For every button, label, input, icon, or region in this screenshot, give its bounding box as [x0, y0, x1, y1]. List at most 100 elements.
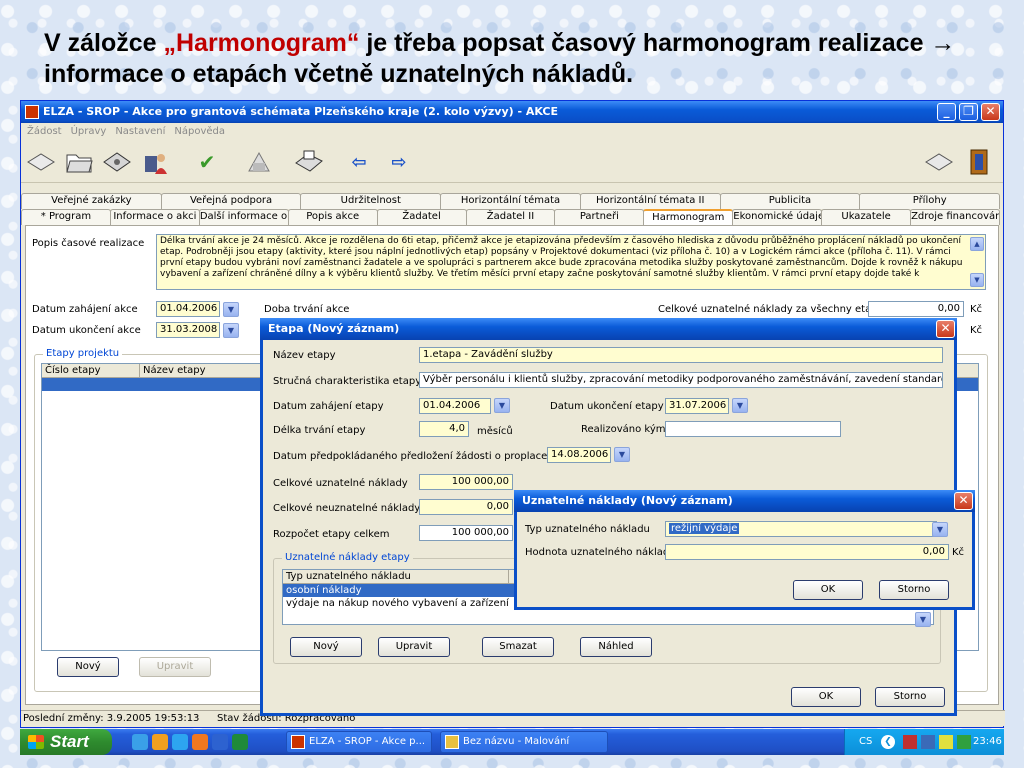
col-typ-nakladu[interactable]: Typ uznatelného nákladu: [283, 570, 509, 583]
tray-app-icon[interactable]: [939, 735, 953, 749]
ok-button-naklady[interactable]: OK: [793, 580, 863, 600]
storno-button[interactable]: Storno: [875, 687, 945, 707]
ie-icon[interactable]: [132, 734, 148, 750]
tab-prilohy[interactable]: Přílohy: [859, 193, 1001, 209]
col-cislo-etapy[interactable]: Číslo etapy: [42, 364, 140, 377]
chevron-down-icon[interactable]: ▼: [223, 323, 239, 338]
tab-dalsi-informace[interactable]: Další informace o akci: [198, 209, 289, 225]
chevron-down-icon[interactable]: ▼: [732, 398, 748, 413]
tab-popis-akce[interactable]: Popis akce: [287, 209, 378, 225]
task-elza[interactable]: ELZA - SROP - Akce p...: [286, 731, 432, 753]
toolbar: ✔ ⇦ ⇨: [21, 141, 1003, 183]
scroll-down-icon[interactable]: ▼: [970, 273, 984, 287]
datum-ukonceni-field[interactable]: 31.03.2008: [156, 322, 220, 338]
celkove-naklady-field[interactable]: 0,00: [868, 301, 964, 317]
menu-zadost[interactable]: Žádost: [21, 123, 65, 137]
kc-label: Kč: [970, 304, 983, 315]
edit-naklad-button[interactable]: Upravit: [378, 637, 450, 657]
chevron-down-icon[interactable]: ▼: [494, 398, 510, 413]
menu-upravy[interactable]: Úpravy: [65, 123, 110, 137]
chevron-down-icon[interactable]: ▼: [932, 522, 948, 537]
tab-horizontalni-temata[interactable]: Horizontální témata: [440, 193, 581, 209]
chevron-down-icon[interactable]: ▼: [614, 447, 630, 462]
tab-ekonomicke-udaje[interactable]: Ekonomické údaje: [732, 209, 823, 225]
predlozeni-field[interactable]: 14.08.2006: [547, 447, 611, 463]
tab-verejna-podpora[interactable]: Veřejná podpora: [160, 193, 302, 209]
print-icon[interactable]: [293, 147, 325, 177]
tab-ukazatele[interactable]: Ukazatele: [821, 209, 912, 225]
antivirus-icon[interactable]: [957, 735, 971, 749]
browser-icon[interactable]: [172, 734, 188, 750]
close-icon[interactable]: ✕: [954, 492, 973, 510]
preview-naklad-button[interactable]: Náhled: [580, 637, 652, 657]
elza-task-icon: [291, 735, 305, 749]
nazev-etapy-field[interactable]: 1.etapa - Zavádění služby: [419, 347, 943, 363]
menu-napoveda[interactable]: Nápověda: [168, 123, 228, 137]
chevron-down-icon[interactable]: ▼: [915, 612, 931, 627]
volume-icon[interactable]: [921, 735, 935, 749]
task-malovani[interactable]: Bez názvu - Malování: [440, 731, 608, 753]
system-tray: CS ❮ 23:46: [844, 729, 1004, 755]
tab-publicita[interactable]: Publicita: [719, 193, 861, 209]
chevron-left-icon[interactable]: ❮: [881, 735, 895, 749]
menu-nastaveni[interactable]: Nastavení: [109, 123, 168, 137]
slide-title: V záložce „Harmonogram“ je třeba popsat …: [44, 28, 1004, 90]
tab-partneri[interactable]: Partneři: [554, 209, 645, 225]
tab-zdroje-financovani[interactable]: Zdroje financování: [910, 209, 1000, 225]
check-icon[interactable]: ✔: [191, 147, 223, 177]
maximize-button[interactable]: ❐: [959, 103, 978, 121]
tabs-bottom: * Program Informace o akci Další informa…: [21, 209, 1000, 225]
exit-door-icon[interactable]: [963, 147, 995, 177]
folder-icon[interactable]: [63, 147, 95, 177]
storno-button-naklady[interactable]: Storno: [879, 580, 949, 600]
outlook-icon[interactable]: [152, 734, 168, 750]
tab-zadatel-2[interactable]: Žadatel II: [465, 209, 556, 225]
chevron-down-icon[interactable]: ▼: [223, 302, 239, 317]
scroll-up-icon[interactable]: ▲: [970, 237, 984, 251]
etapy-group-title: Etapy projektu: [43, 348, 123, 359]
media-icon[interactable]: [192, 734, 208, 750]
minimize-button[interactable]: _: [937, 103, 956, 121]
delete-naklad-button[interactable]: Smazat: [482, 637, 554, 657]
popis-text: Délka trvání akce je 24 měsíců. Akce je …: [160, 236, 963, 279]
new-naklad-button[interactable]: Nový: [290, 637, 362, 657]
close-icon[interactable]: ✕: [936, 320, 955, 338]
language-indicator[interactable]: CS: [859, 736, 872, 747]
realizovano-field[interactable]: [665, 421, 841, 437]
network-icon[interactable]: [903, 735, 917, 749]
tab-verejne-zakazky[interactable]: Veřejné zakázky: [21, 193, 162, 209]
back-arrow-icon[interactable]: ⇦: [343, 147, 375, 177]
typ-nakladu-select[interactable]: režijní výdaje: [665, 521, 937, 537]
datum-zahajeni-field[interactable]: 01.04.2006: [156, 301, 220, 317]
tab-informace-o-akci[interactable]: Informace o akci: [109, 209, 200, 225]
tab-program[interactable]: * Program: [21, 209, 111, 225]
document-icon[interactable]: [923, 147, 955, 177]
tab-udrzitelnost[interactable]: Udržitelnost: [300, 193, 442, 209]
ok-button[interactable]: OK: [791, 687, 861, 707]
zahajeni-etapy-field[interactable]: 01.04.2006: [419, 398, 491, 414]
tab-zadatel[interactable]: Žadatel: [376, 209, 467, 225]
ukonceni-etapy-field[interactable]: 31.07.2006: [665, 398, 729, 414]
start-label: Start: [50, 732, 89, 751]
tab-harmonogram[interactable]: Harmonogram: [643, 209, 734, 225]
hodnota-field[interactable]: 0,00: [665, 544, 949, 560]
windows-logo-icon: [28, 735, 44, 749]
uznatelne-naklady-group-title: Uznatelné náklady etapy: [282, 552, 413, 563]
start-button[interactable]: Start: [20, 729, 112, 755]
forward-arrow-icon[interactable]: ⇨: [383, 147, 415, 177]
open-icon[interactable]: [25, 147, 57, 177]
naklady-dialog-title: Uznatelné náklady (Nový záznam) ✕: [514, 490, 975, 512]
tab-horizontalni-temata-2[interactable]: Horizontální témata II: [579, 193, 721, 209]
neuznatelne-field[interactable]: 0,00: [419, 499, 513, 515]
edit-etapa-button[interactable]: Upravit: [139, 657, 211, 677]
dialog-icon[interactable]: [243, 147, 275, 177]
user-icon[interactable]: [139, 147, 171, 177]
delka-field[interactable]: 4,0: [419, 421, 469, 437]
popis-textarea[interactable]: Délka trvání akce je 24 měsíců. Akce je …: [156, 234, 986, 290]
save-disk-icon[interactable]: [101, 147, 133, 177]
close-button[interactable]: ✕: [981, 103, 1000, 121]
new-etapa-button[interactable]: Nový: [57, 657, 119, 677]
strucna-field[interactable]: Výběr personálu i klientů služby, zpraco…: [419, 372, 943, 388]
word-icon[interactable]: [212, 734, 228, 750]
excel-icon[interactable]: [232, 734, 248, 750]
